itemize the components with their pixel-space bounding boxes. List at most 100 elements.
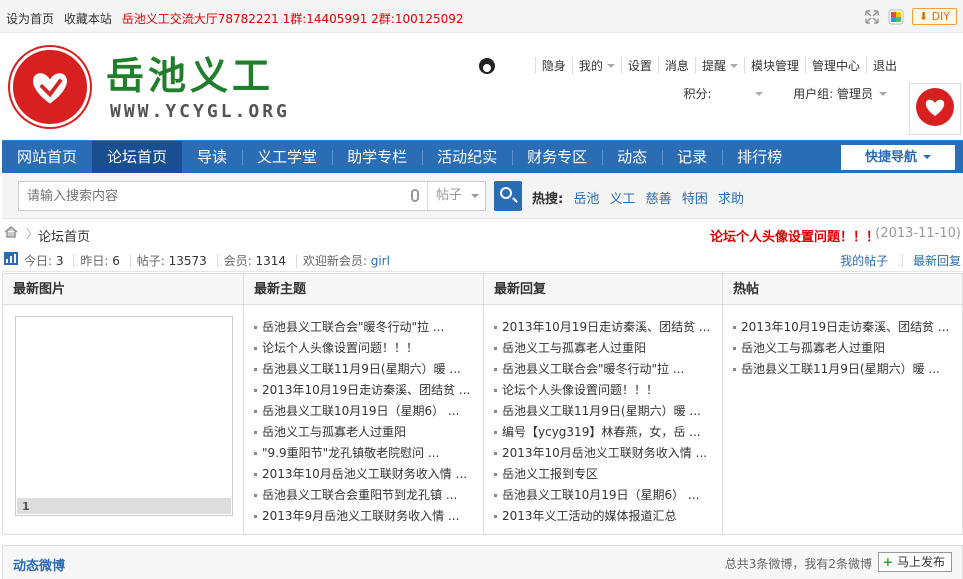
forum-stats: 今日: 3 昨日: 6 帖子: 13573 会员: 1314 欢迎新会员: gi… bbox=[2, 248, 963, 272]
list-item[interactable]: 岳池县义工联合会重阳节到龙孔镇 ... bbox=[254, 485, 483, 506]
list-item[interactable]: "9.9重阳节"龙孔镇敬老院慰问 ... bbox=[254, 443, 483, 464]
publish-button[interactable]: + 马上发布 bbox=[877, 552, 952, 572]
hot-tag[interactable]: 求助 bbox=[718, 192, 744, 207]
fullscreen-icon[interactable] bbox=[864, 9, 880, 25]
user-menu-settings[interactable]: 设置 bbox=[620, 57, 658, 74]
list-item[interactable]: 论坛个人头像设置问题！！！ bbox=[494, 380, 722, 401]
list-item[interactable]: 岳池义工报到专区 bbox=[494, 464, 722, 485]
list-item[interactable]: 岳池县义工联11月9日(星期六）暖 ... bbox=[733, 359, 962, 380]
home-icon[interactable] bbox=[4, 226, 18, 238]
search-button[interactable] bbox=[494, 181, 522, 211]
user-menu-invisible[interactable]: 隐身 bbox=[534, 57, 572, 74]
nav-site-home[interactable]: 网站首页 bbox=[2, 141, 92, 174]
hot-tag[interactable]: 特困 bbox=[682, 192, 708, 207]
list-item[interactable]: 岳池义工与孤寡老人过重阳 bbox=[494, 338, 722, 359]
user-menu-logout[interactable]: 退出 bbox=[865, 57, 903, 74]
stat-new-member: 欢迎新会员: girl bbox=[295, 254, 396, 268]
search-icon bbox=[500, 187, 512, 199]
stat-members-value: 1314 bbox=[255, 254, 286, 268]
list-item[interactable]: 2013年10月19日走访秦溪、团结贫 ... bbox=[733, 317, 962, 338]
list-item[interactable]: 岳池县义工联11月9日(星期六）暖 ... bbox=[254, 359, 483, 380]
my-posts-link[interactable]: 我的帖子 bbox=[840, 254, 888, 268]
microphone-icon[interactable] bbox=[411, 189, 419, 202]
color-palette-icon[interactable] bbox=[888, 9, 904, 25]
user-menu-module-manage[interactable]: 模块管理 bbox=[743, 57, 805, 74]
hot-search-label: 热搜: bbox=[532, 192, 564, 207]
search-bar: 帖子 热搜: 岳池 义工 慈善 特困 求助 bbox=[2, 173, 963, 219]
list-item[interactable]: 岳池义工与孤寡老人过重阳 bbox=[733, 338, 962, 359]
list-item[interactable]: 岳池县义工联合会"暖冬行动"拉 ... bbox=[494, 359, 722, 380]
list-item[interactable]: 岳池县义工联10月19日（星期6） ... bbox=[494, 485, 722, 506]
slideshow-image[interactable]: 1 bbox=[15, 316, 233, 516]
user-menu-admin-center[interactable]: 管理中心 bbox=[804, 57, 866, 74]
list-item[interactable]: 论坛个人头像设置问题！！！ bbox=[254, 338, 483, 359]
main-nav: 网站首页 论坛首页 导读 义工学堂 助学专栏 活动纪实 财务专区 动态 记录 排… bbox=[2, 140, 963, 174]
top-tools: ⬇ DIY bbox=[864, 8, 957, 25]
nav-activity-records[interactable]: 活动纪实 bbox=[422, 141, 512, 174]
points-dropdown[interactable]: 积分: bbox=[683, 85, 763, 102]
list-item[interactable]: 2013年9月岳池义工联财务收入情 ... bbox=[254, 506, 483, 527]
nav-study-aid[interactable]: 助学专栏 bbox=[332, 141, 422, 174]
avatar[interactable] bbox=[909, 83, 961, 135]
hot-posts-column: 热帖 2013年10月19日走访秦溪、团结贫 ... 岳池义工与孤寡老人过重阳 … bbox=[723, 274, 962, 534]
qq-penguin-icon[interactable] bbox=[478, 57, 495, 74]
set-home-link[interactable]: 设为首页 bbox=[6, 12, 54, 26]
stats-chart-icon bbox=[4, 252, 18, 265]
latest-pics-column: 最新图片 1 bbox=[3, 274, 244, 534]
nav-ranking[interactable]: 排行榜 bbox=[722, 141, 797, 174]
stat-posts-value: 13573 bbox=[168, 254, 207, 268]
search-type-select[interactable]: 帖子 bbox=[427, 182, 487, 210]
nav-forum-home[interactable]: 论坛首页 bbox=[92, 140, 183, 174]
hot-tag[interactable]: 慈善 bbox=[646, 192, 672, 207]
nav-finance[interactable]: 财务专区 bbox=[512, 141, 602, 174]
stat-posts-label: 帖子: bbox=[136, 254, 165, 268]
nav-volunteer-school[interactable]: 义工学堂 bbox=[242, 141, 332, 174]
user-menu-mine[interactable]: 我的 bbox=[571, 57, 621, 74]
bookmark-link[interactable]: 收藏本站 bbox=[64, 12, 112, 26]
site-logo[interactable]: 岳池义工 WWW.YCYGL.ORG bbox=[4, 41, 304, 129]
diy-button[interactable]: ⬇ DIY bbox=[911, 8, 957, 25]
stat-today-label: 今日: bbox=[24, 254, 53, 268]
stat-welcome-label: 欢迎新会员: bbox=[302, 254, 367, 268]
list-item[interactable]: 编号【ycyg319】林春燕，女，岳 ... bbox=[494, 422, 722, 443]
avatar-emblem-icon bbox=[916, 88, 954, 126]
reply-list: 2013年10月19日走访秦溪、团结贫 ... 岳池义工与孤寡老人过重阳 岳池县… bbox=[484, 305, 722, 527]
list-item[interactable]: 岳池县义工联合会"暖冬行动"拉 ... bbox=[254, 317, 483, 338]
hot-search: 热搜: 岳池 义工 慈善 特困 求助 bbox=[532, 188, 750, 207]
nav-guide[interactable]: 导读 bbox=[182, 141, 242, 174]
announcement-link[interactable]: 论坛个人头像设置问题！！！ bbox=[710, 226, 879, 245]
breadcrumb: 〉 论坛首页 论坛个人头像设置问题！！！ (2013-11-10) bbox=[2, 222, 963, 246]
stat-yesterday-value: 6 bbox=[112, 254, 120, 268]
search-box: 帖子 bbox=[18, 181, 486, 211]
user-menu-messages[interactable]: 消息 bbox=[657, 57, 695, 74]
hot-tag[interactable]: 岳池 bbox=[573, 192, 599, 207]
column-title: 最新主题 bbox=[244, 274, 483, 305]
nav-records[interactable]: 记录 bbox=[662, 141, 722, 174]
list-item[interactable]: 2013年10月19日走访秦溪、团结贫 ... bbox=[494, 317, 722, 338]
search-input[interactable] bbox=[19, 182, 419, 210]
quick-nav-button[interactable]: 快捷导航 bbox=[841, 145, 955, 170]
stats-list: 今日: 3 昨日: 6 帖子: 13573 会员: 1314 欢迎新会员: gi… bbox=[24, 252, 396, 269]
list-item[interactable]: 岳池县义工联11月9日(星期六）暖 ... bbox=[494, 401, 722, 422]
list-item[interactable]: 2013年10月岳池义工联财务收入情 ... bbox=[494, 443, 722, 464]
site-header: 岳池义工 WWW.YCYGL.ORG 隐身 我的 设置 消息 提醒 模块管理 管… bbox=[0, 33, 963, 135]
user-group-dropdown[interactable]: 用户组: 管理员 bbox=[793, 85, 887, 102]
nav-dynamics[interactable]: 动态 bbox=[602, 141, 662, 174]
logo-url: WWW.YCYGL.ORG bbox=[110, 101, 290, 122]
user-menu-reminders[interactable]: 提醒 bbox=[694, 57, 744, 74]
weibo-title[interactable]: 动态微博 bbox=[13, 555, 65, 574]
list-item[interactable]: 岳池义工与孤寡老人过重阳 bbox=[254, 422, 483, 443]
latest-reply-link[interactable]: 最新回复 bbox=[901, 254, 961, 268]
stats-links: 我的帖子 最新回复 bbox=[840, 252, 961, 269]
slide-index[interactable]: 1 bbox=[22, 500, 30, 513]
list-item[interactable]: 岳池县义工联10月19日（星期6） ... bbox=[254, 401, 483, 422]
stat-members-label: 会员: bbox=[223, 254, 252, 268]
new-member-link[interactable]: girl bbox=[371, 254, 390, 268]
points-label: 积分: bbox=[683, 87, 712, 101]
list-item[interactable]: 2013年10月岳池义工联财务收入情 ... bbox=[254, 464, 483, 485]
hot-tag[interactable]: 义工 bbox=[610, 192, 636, 207]
list-item[interactable]: 2013年10月19日走访秦溪、团结贫 ... bbox=[254, 380, 483, 401]
diy-label: DIY bbox=[931, 10, 950, 23]
list-item[interactable]: 2013年义工活动的媒体报道汇总 bbox=[494, 506, 722, 527]
breadcrumb-current[interactable]: 论坛首页 bbox=[38, 226, 90, 245]
